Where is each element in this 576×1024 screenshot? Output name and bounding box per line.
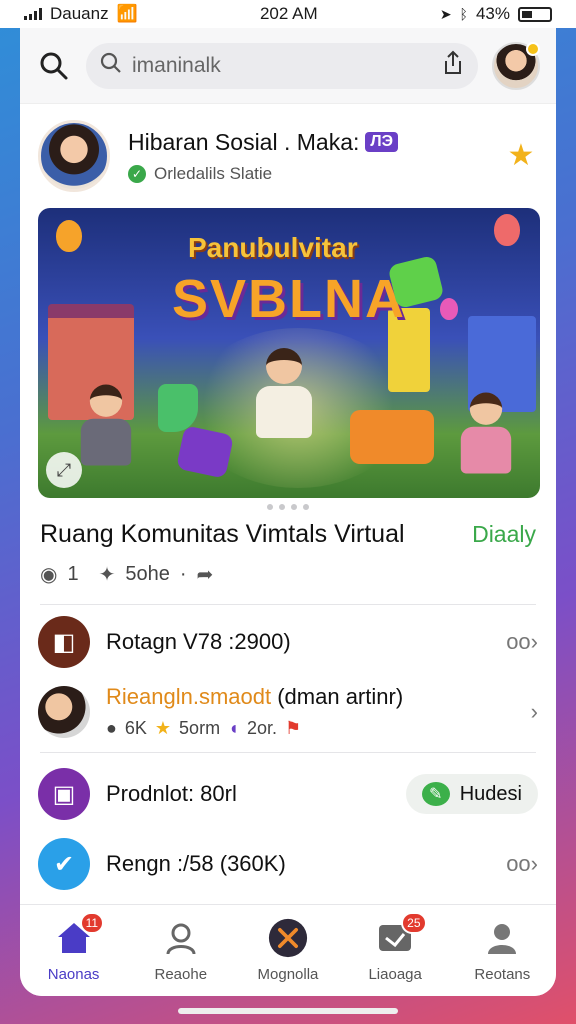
battery-icon (517, 6, 552, 22)
bluetooth-icon: ᛒ (459, 6, 468, 22)
list-item-title: Rotagn V78 :2900) (106, 629, 291, 654)
section-link[interactable]: Diaaly (472, 521, 536, 548)
share-arrow-icon[interactable]: ➦ (197, 562, 214, 587)
nav-badge: 11 (79, 912, 105, 934)
search-input[interactable]: imaninalk (86, 42, 478, 89)
location-icon: ➤ (439, 5, 452, 22)
profile-subtitle: Orledalils Slatie (154, 163, 273, 183)
bookmark-icon: ◖ (228, 718, 239, 738)
profile-header: Hibaran Sosial . Maka: ЛЭ ✓ Orledalils S… (38, 120, 538, 192)
list-action-label: oo (506, 851, 531, 876)
stat-likes: 5orm (179, 718, 221, 738)
nav-profile[interactable]: Reotans (454, 918, 550, 983)
stat-shares: 2or. (246, 718, 277, 738)
list-item-title: Prodnlot: 80rl (106, 781, 237, 806)
tools-icon (268, 918, 308, 958)
nav-create[interactable]: Mognolla (240, 918, 336, 983)
divider (40, 604, 536, 605)
section-meta: ◉ 1 ✦ 5ohe · ➦ (40, 562, 213, 587)
list-action-label: oo (506, 629, 531, 654)
meta-label: 5ohe (125, 563, 170, 585)
flag-icon: ⚑ (284, 718, 302, 738)
wifi-icon: 📶 (116, 4, 138, 23)
nav-label: Reotans (474, 966, 531, 983)
nav-label: Liaoaga (368, 966, 422, 983)
leaf-icon: ✎ (421, 782, 450, 806)
profile-title: Hibaran Sosial . Maka: (128, 128, 360, 155)
search-icon[interactable] (36, 48, 72, 84)
nav-badge: 25 (401, 912, 427, 934)
stat-views: 6K (124, 718, 147, 738)
chevron-right-icon[interactable]: › (531, 699, 538, 725)
nav-label: Naonas (47, 966, 100, 983)
carousel-dots[interactable] (20, 504, 556, 510)
hero-title-line1: Panubulvitar (188, 232, 358, 263)
more-options-icon[interactable]: oo› (506, 629, 538, 655)
users-icon: ● (106, 718, 117, 738)
person-icon (161, 918, 201, 958)
nav-label: Mognolla (257, 966, 319, 983)
user-avatar[interactable] (492, 41, 540, 90)
meta-separator: · (179, 563, 187, 585)
profile-icon (482, 918, 522, 958)
group-avatar (38, 685, 90, 738)
section-title: Ruang Komunitas Vimtals Virtual (40, 520, 405, 548)
hero-title-line2: SVBLNA (172, 269, 407, 329)
list-item-title-rest: (dman artinr) (271, 684, 404, 709)
fullscreen-icon[interactable]: ⤢ (46, 452, 82, 488)
signal-icon (24, 8, 42, 20)
divider (40, 752, 536, 753)
clock: 202 AM (259, 4, 318, 23)
list-item[interactable]: Rieangln.smaodt (dman artinr) ● 6K ★ 5or… (38, 684, 538, 739)
list-item[interactable]: ▣ Prodnlot: 80rl ✎ Hudesi (38, 768, 538, 820)
image-icon: ▣ (38, 768, 90, 820)
search-field-icon (100, 52, 122, 80)
comment-icon: ◉ (40, 564, 58, 586)
media-icon: ◧ (38, 616, 90, 668)
check-icon: ✔ (38, 838, 90, 890)
action-pill-label: Hudesi (459, 782, 522, 805)
action-pill-button[interactable]: ✎ Hudesi (405, 774, 538, 814)
sparkle-icon: ✦ (98, 564, 116, 586)
nav-home[interactable]: 11 Naonas (26, 912, 122, 983)
home-indicator[interactable] (178, 1008, 398, 1014)
verified-icon: ✓ (128, 164, 146, 183)
list-item-title-colored: Rieangln.smaodt (106, 684, 272, 709)
list-item-title: Rengn :/58 (360K) (106, 851, 286, 876)
bottom-nav: 11 Naonas Reaohe Mognolla 25 Liaoaga Reo… (20, 904, 556, 996)
star-icon: ★ (154, 718, 172, 738)
share-icon[interactable] (442, 50, 464, 82)
top-bar: imaninalk (20, 28, 556, 104)
profile-avatar[interactable] (38, 120, 110, 192)
nav-label: Reaohe (154, 966, 208, 983)
status-bar: Dauanz 📶 202 AM ➤ ᛒ 43% (0, 0, 576, 28)
battery-percent: 43% (475, 4, 510, 23)
profile-badge: ЛЭ (365, 132, 398, 152)
meta-count: 1 (67, 563, 79, 585)
nav-search[interactable]: Reaohe (133, 918, 229, 983)
search-placeholder: imaninalk (132, 53, 221, 77)
list-item[interactable]: ◧ Rotagn V78 :2900) oo› (38, 616, 538, 668)
carrier-label: Dauanz (50, 4, 109, 23)
star-icon[interactable]: ★ (504, 139, 538, 173)
hero-banner[interactable]: Panubulvitar SVBLNA ⤢ (38, 208, 540, 498)
list-item[interactable]: ✔ Rengn :/58 (360K) oo› (38, 838, 538, 890)
app-screen: imaninalk Hibaran Sosial . Maka: ЛЭ ✓ Or… (20, 28, 556, 996)
nav-messages[interactable]: 25 Liaoaga (347, 912, 443, 983)
more-options-icon[interactable]: oo› (506, 851, 538, 877)
notification-dot (526, 41, 540, 56)
